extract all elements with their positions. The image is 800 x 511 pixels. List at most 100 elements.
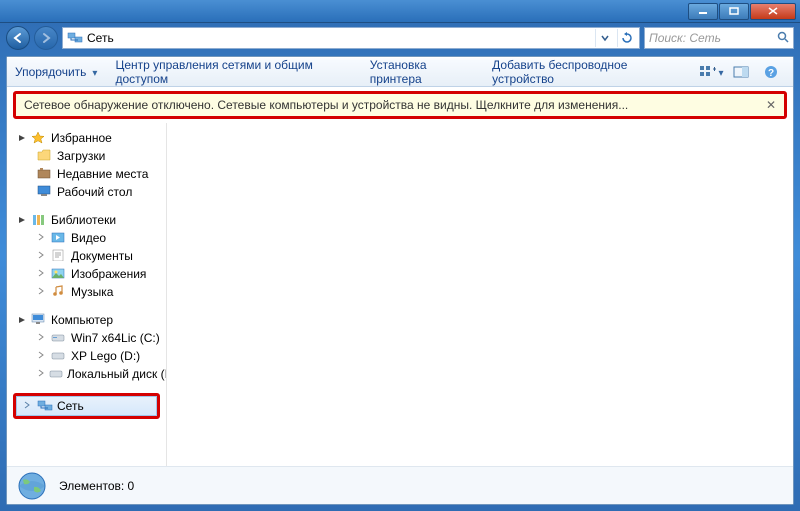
- nav-forward-button[interactable]: [34, 26, 58, 50]
- collapse-arrow-icon: [37, 351, 47, 361]
- chevron-down-icon: [717, 65, 724, 79]
- collapse-arrow-icon: [37, 333, 47, 343]
- toolbar-item-network-center[interactable]: Центр управления сетями и общим доступом: [115, 58, 351, 86]
- desktop-icon: [37, 185, 53, 199]
- tree-item-label: Загрузки: [57, 149, 105, 163]
- tree-item-label: Документы: [71, 249, 133, 263]
- video-library-icon: [51, 231, 67, 245]
- music-library-icon: [51, 285, 67, 299]
- library-icon: [31, 213, 47, 227]
- collapse-arrow-icon: [37, 287, 47, 297]
- window-minimize-button[interactable]: [688, 3, 718, 20]
- tree-item-label: Видео: [71, 231, 106, 245]
- documents-library-icon: [51, 249, 67, 263]
- globe-icon: [17, 471, 47, 501]
- collapse-arrow-icon: [37, 251, 47, 261]
- pictures-library-icon: [51, 267, 67, 281]
- expand-arrow-icon: [17, 215, 27, 225]
- network-icon: [37, 399, 53, 413]
- chevron-down-icon: [600, 33, 610, 43]
- search-icon: [777, 31, 789, 46]
- tree-group-favorites: Избранное Загрузки Недавние места Рабочи…: [7, 129, 166, 201]
- tree-item-label: Win7 x64Lic (C:): [71, 331, 160, 345]
- svg-text:?: ?: [768, 68, 774, 79]
- tree-item-label: XP Lego (D:): [71, 349, 140, 363]
- notice-bar-highlight: Сетевое обнаружение отключено. Сетевые к…: [13, 91, 787, 119]
- tree-item-drive-d[interactable]: XP Lego (D:): [7, 347, 166, 365]
- tree-item-label: Музыка: [71, 285, 113, 299]
- refresh-icon: [621, 32, 633, 44]
- address-text: Сеть: [87, 31, 591, 45]
- computer-icon: [31, 313, 47, 327]
- tree-item-label: Рабочий стол: [57, 185, 132, 199]
- disk-icon: [51, 331, 67, 345]
- tree-header-libraries[interactable]: Библиотеки: [7, 211, 166, 229]
- window-close-button[interactable]: [750, 3, 796, 20]
- network-icon: [67, 31, 83, 45]
- preview-pane-icon: [733, 66, 749, 78]
- tree-item-label: Изображения: [71, 267, 146, 281]
- tree-header-computer[interactable]: Компьютер: [7, 311, 166, 329]
- help-icon: ?: [764, 65, 778, 79]
- toolbar-item-install-printer[interactable]: Установка принтера: [370, 58, 474, 86]
- navigation-row: Сеть Поиск: Сеть: [0, 23, 800, 53]
- tree-item-drive-local[interactable]: Локальный диск (I: [7, 365, 166, 383]
- status-text: Элементов: 0: [59, 479, 134, 493]
- toolbar-views-button[interactable]: [697, 61, 725, 83]
- network-item-highlight: Сеть: [13, 393, 160, 419]
- organize-menu[interactable]: Упорядочить: [15, 65, 97, 79]
- tree-item-videos[interactable]: Видео: [7, 229, 166, 247]
- back-icon: [12, 32, 24, 44]
- tree-item-documents[interactable]: Документы: [7, 247, 166, 265]
- collapse-arrow-icon: [37, 233, 47, 243]
- content-pane[interactable]: [167, 123, 793, 466]
- network-label: Сеть: [57, 399, 84, 413]
- toolbar-help-button[interactable]: ?: [757, 61, 785, 83]
- views-icon: [699, 65, 717, 79]
- toolbar-preview-pane-button[interactable]: [727, 61, 755, 83]
- address-bar[interactable]: Сеть: [62, 27, 640, 49]
- collapse-arrow-icon: [37, 369, 45, 379]
- close-icon: [768, 7, 778, 15]
- tree-group-libraries: Библиотеки Видео Документы Изображения: [7, 211, 166, 301]
- tree-group-computer: Компьютер Win7 x64Lic (C:) XP Lego (D:) …: [7, 311, 166, 383]
- folder-icon: [37, 149, 53, 163]
- chevron-down-icon: [90, 65, 97, 79]
- libraries-label: Библиотеки: [51, 213, 116, 227]
- notice-bar[interactable]: Сетевое обнаружение отключено. Сетевые к…: [16, 94, 784, 116]
- toolbar: Упорядочить Центр управления сетями и об…: [7, 57, 793, 87]
- drive-icon: [51, 349, 67, 363]
- maximize-icon: [729, 7, 739, 15]
- star-icon: [31, 131, 47, 145]
- computer-label: Компьютер: [51, 313, 113, 327]
- favorites-label: Избранное: [51, 131, 112, 145]
- work-area: Избранное Загрузки Недавние места Рабочи…: [7, 123, 793, 466]
- expand-arrow-icon: [17, 133, 27, 143]
- status-bar: Элементов: 0: [7, 466, 793, 504]
- minimize-icon: [698, 7, 708, 15]
- navigation-pane[interactable]: Избранное Загрузки Недавние места Рабочи…: [7, 123, 167, 466]
- collapse-arrow-icon: [23, 401, 33, 411]
- recent-places-icon: [37, 167, 53, 181]
- tree-item-music[interactable]: Музыка: [7, 283, 166, 301]
- notice-text: Сетевое обнаружение отключено. Сетевые к…: [24, 98, 628, 112]
- refresh-button[interactable]: [617, 29, 635, 47]
- tree-item-pictures[interactable]: Изображения: [7, 265, 166, 283]
- toolbar-item-add-wireless[interactable]: Добавить беспроводное устройство: [492, 58, 679, 86]
- tree-item-downloads[interactable]: Загрузки: [7, 147, 166, 165]
- tree-item-drive-c[interactable]: Win7 x64Lic (C:): [7, 329, 166, 347]
- window-maximize-button[interactable]: [719, 3, 749, 20]
- tree-item-network[interactable]: Сеть: [16, 396, 157, 416]
- tree-item-label: Недавние места: [57, 167, 148, 181]
- collapse-arrow-icon: [37, 269, 47, 279]
- nav-back-button[interactable]: [6, 26, 30, 50]
- notice-close-button[interactable]: ✕: [766, 98, 776, 112]
- address-dropdown-button[interactable]: [595, 29, 613, 47]
- tree-item-label: Локальный диск (I: [67, 367, 167, 381]
- tree-item-recent[interactable]: Недавние места: [7, 165, 166, 183]
- search-placeholder: Поиск: Сеть: [649, 31, 721, 45]
- expand-arrow-icon: [17, 315, 27, 325]
- tree-item-desktop[interactable]: Рабочий стол: [7, 183, 166, 201]
- search-box[interactable]: Поиск: Сеть: [644, 27, 794, 49]
- tree-header-favorites[interactable]: Избранное: [7, 129, 166, 147]
